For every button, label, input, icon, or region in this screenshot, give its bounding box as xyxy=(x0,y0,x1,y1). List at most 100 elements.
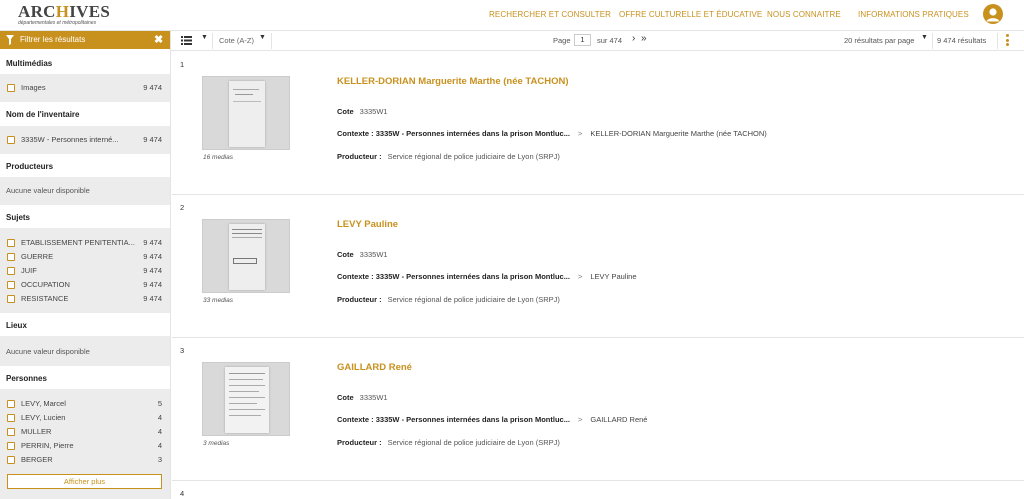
result-item: 4 xyxy=(172,481,1024,499)
nav-nous-connaitre[interactable]: NOUS CONNAITRE xyxy=(767,10,841,19)
page-label: Page xyxy=(553,36,571,45)
funnel-icon xyxy=(6,35,14,45)
facet-label: RESISTANCE xyxy=(21,294,69,303)
facet-label: MULLER xyxy=(21,427,52,436)
context-leaf-link[interactable]: KELLER-DORIAN Marguerite Marthe (née TAC… xyxy=(590,129,766,138)
results-total: 9 474 résultats xyxy=(937,36,987,45)
context-leaf-link[interactable]: LEVY Pauline xyxy=(590,272,636,281)
sort-dropdown-icon[interactable]: ▼ xyxy=(259,34,266,41)
per-page-dropdown-icon[interactable]: ▼ xyxy=(921,34,928,41)
facet-label: PERRIN, Pierre xyxy=(21,441,74,450)
checkbox[interactable] xyxy=(7,456,15,464)
document-thumbnail[interactable] xyxy=(202,362,290,436)
facet-title-producers[interactable]: Producteurs xyxy=(0,156,170,177)
checkbox[interactable] xyxy=(7,239,15,247)
empty-facet-text: Aucune valeur disponible xyxy=(6,186,90,195)
last-page-icon[interactable]: » xyxy=(641,33,647,44)
show-more-button[interactable]: Afficher plus xyxy=(7,474,162,489)
divider xyxy=(997,33,998,49)
facet-item[interactable]: LEVY, Lucien 4 xyxy=(0,411,170,425)
checkbox[interactable] xyxy=(7,400,15,408)
checkbox[interactable] xyxy=(7,281,15,289)
checkbox[interactable] xyxy=(7,84,15,92)
facet-item[interactable]: Images 9 474 xyxy=(0,81,170,95)
filter-header[interactable]: Filtrer les résultats ✖ xyxy=(0,31,170,49)
result-cote: Cote 3335W1 xyxy=(337,393,388,402)
sort-select[interactable]: Cote (A-Z) xyxy=(219,36,254,45)
facet-title-subjects[interactable]: Sujets xyxy=(0,207,170,228)
facet-item[interactable]: JUIF 9 474 xyxy=(0,264,170,278)
result-item: 1 16 medias KELLER-DORIAN Marguerite Mar… xyxy=(172,52,1024,195)
page-input[interactable]: 1 xyxy=(574,34,591,46)
result-cote: Cote 3335W1 xyxy=(337,250,388,259)
result-cote: Cote 3335W1 xyxy=(337,107,388,116)
result-number: 3 xyxy=(180,346,185,355)
facet-item[interactable]: RESISTANCE 9 474 xyxy=(0,292,170,306)
facet-label: LEVY, Lucien xyxy=(21,413,66,422)
checkbox[interactable] xyxy=(7,267,15,275)
empty-facet-text: Aucune valeur disponible xyxy=(6,347,90,356)
facet-item[interactable]: OCCUPATION 9 474 xyxy=(0,278,170,292)
context-leaf-link[interactable]: GAILLARD René xyxy=(590,415,647,424)
media-count: 16 medias xyxy=(203,154,233,161)
facet-item[interactable]: PERRIN, Pierre 4 xyxy=(0,439,170,453)
facet-item[interactable]: LEVY, Marcel 5 xyxy=(0,397,170,411)
checkbox[interactable] xyxy=(7,253,15,261)
facet-item[interactable]: BERGER 3 xyxy=(0,453,170,467)
facet-body-subjects: ETABLISSEMENT PENITENTIA... 9 474 GUERRE… xyxy=(0,228,170,313)
document-thumbnail[interactable] xyxy=(202,219,290,293)
facet-count: 9 474 xyxy=(143,135,162,144)
checkbox[interactable] xyxy=(7,414,15,422)
facet-count: 4 xyxy=(157,413,162,422)
facet-count: 9 474 xyxy=(143,266,162,275)
facet-count: 9 474 xyxy=(143,238,162,247)
facet-label: Images xyxy=(21,83,46,92)
facet-count: 3 xyxy=(157,455,162,464)
facet-body-places: Aucune valeur disponible xyxy=(0,336,170,366)
nav-informations-pratiques[interactable]: INFORMATIONS PRATIQUES xyxy=(858,10,969,19)
facet-item[interactable]: MULLER 4 xyxy=(0,425,170,439)
facet-title-inventory[interactable]: Nom de l'inventaire xyxy=(0,104,170,125)
more-options-icon[interactable] xyxy=(1006,34,1010,48)
archives-logo[interactable]: ARCHIVES départementales et métropolitai… xyxy=(18,3,110,26)
result-item: 2 33 medias LEVY Pauline Cote 3335W1 Cont… xyxy=(172,195,1024,338)
result-producer: Producteur : Service régional de police j… xyxy=(337,152,560,161)
per-page-select[interactable]: 20 résultats par page xyxy=(844,36,914,45)
result-item: 3 3 medias GAILLARD René Cote 3335W1 Cont… xyxy=(172,338,1024,481)
facet-item[interactable]: GUERRE 9 474 xyxy=(0,250,170,264)
facet-item[interactable]: ETABLISSEMENT PENITENTIA... 9 474 xyxy=(0,236,170,250)
facet-item[interactable]: 3335W - Personnes interné... 9 474 xyxy=(0,133,170,147)
facet-label: ETABLISSEMENT PENITENTIA... xyxy=(21,238,135,247)
divider xyxy=(212,33,213,49)
media-count: 3 medias xyxy=(203,440,230,447)
checkbox[interactable] xyxy=(7,295,15,303)
facet-title-multimedia[interactable]: Multimédias xyxy=(0,53,170,74)
result-context: Contexte : 3335W - Personnes internées d… xyxy=(337,415,648,424)
media-count: 33 medias xyxy=(203,297,233,304)
result-producer: Producteur : Service régional de police j… xyxy=(337,438,560,447)
facet-count: 9 474 xyxy=(143,252,162,261)
result-title-link[interactable]: GAILLARD René xyxy=(337,362,412,373)
next-page-icon[interactable]: › xyxy=(632,33,635,44)
nav-rechercher[interactable]: RECHERCHER ET CONSULTER xyxy=(489,10,611,19)
facet-label: 3335W - Personnes interné... xyxy=(21,135,119,144)
facet-count: 5 xyxy=(157,399,162,408)
facet-label: GUERRE xyxy=(21,252,54,261)
facet-title-places[interactable]: Lieux xyxy=(0,315,170,336)
view-mode-dropdown-icon[interactable]: ▼ xyxy=(201,34,208,41)
user-account-icon[interactable] xyxy=(983,4,1003,24)
nav-offre-culturelle[interactable]: OFFRE CULTURELLE ET ÉDUCATIVE xyxy=(619,10,762,19)
results-toolbar: ▼ Cote (A-Z) ▼ Page 1 sur 474 › » 20 rés… xyxy=(171,31,1024,51)
document-thumbnail[interactable] xyxy=(202,76,290,150)
facet-count: 4 xyxy=(157,441,162,450)
list-view-icon[interactable] xyxy=(181,36,192,45)
checkbox[interactable] xyxy=(7,442,15,450)
close-icon[interactable]: ✖ xyxy=(154,33,163,46)
facet-title-persons[interactable]: Personnes xyxy=(0,368,170,389)
result-context: Contexte : 3335W - Personnes internées d… xyxy=(337,129,767,138)
result-title-link[interactable]: KELLER-DORIAN Marguerite Marthe (née TAC… xyxy=(337,76,569,87)
facet-body-multimedia: Images 9 474 xyxy=(0,74,170,102)
checkbox[interactable] xyxy=(7,136,15,144)
result-title-link[interactable]: LEVY Pauline xyxy=(337,219,398,230)
checkbox[interactable] xyxy=(7,428,15,436)
